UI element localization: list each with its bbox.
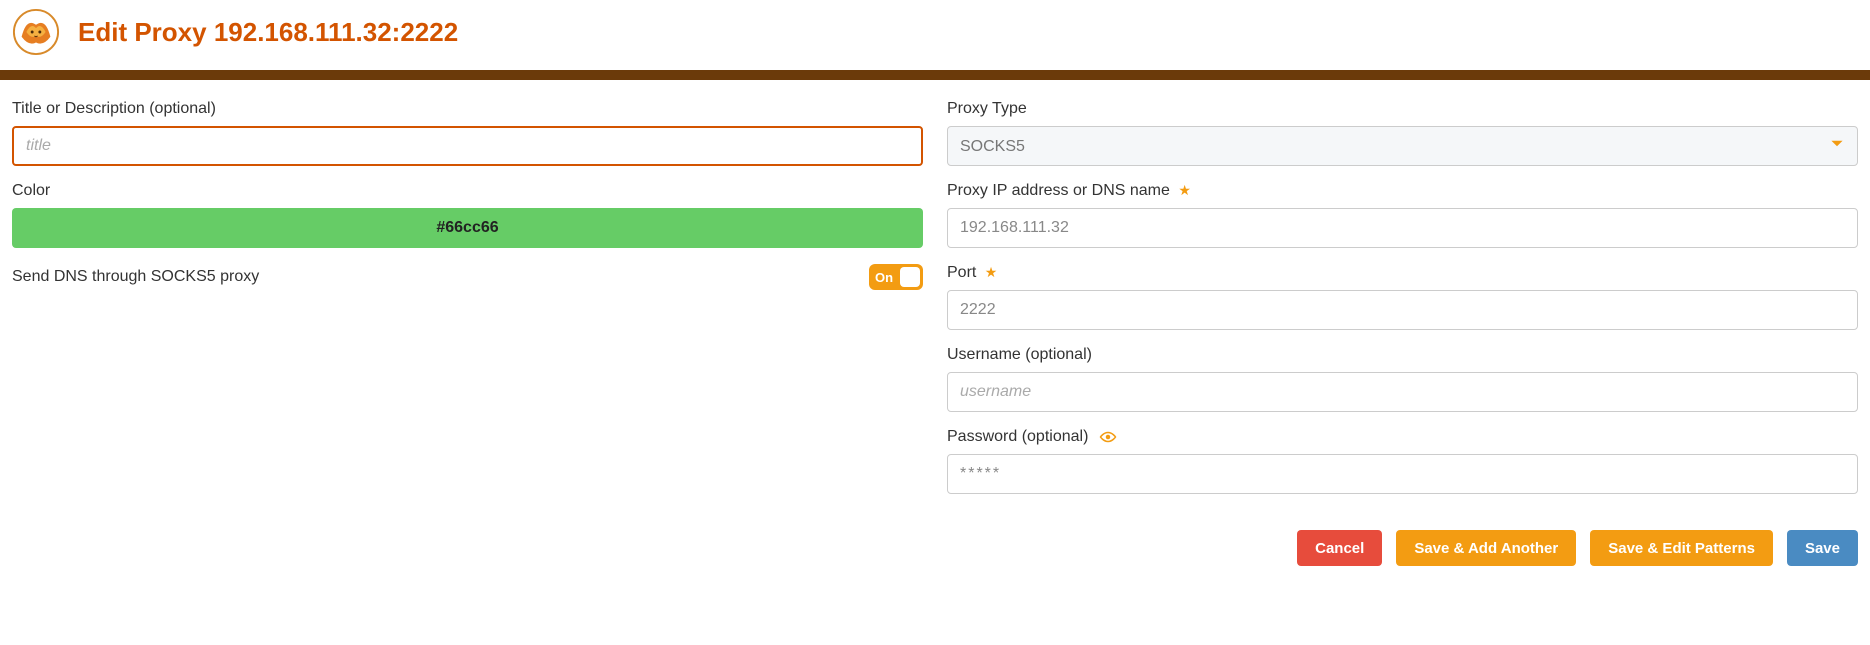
required-star-icon: ★ xyxy=(1178,182,1191,198)
password-input[interactable] xyxy=(947,454,1858,494)
save-button[interactable]: Save xyxy=(1787,530,1858,566)
left-column: Title or Description (optional) Color #6… xyxy=(12,100,923,510)
right-column: Proxy Type SOCKS5 Proxy IP address or DN… xyxy=(947,100,1858,510)
port-label-text: Port xyxy=(947,264,976,281)
dns-toggle-text: On xyxy=(875,270,893,285)
form-area: Title or Description (optional) Color #6… xyxy=(0,80,1870,520)
dns-label: Send DNS through SOCKS5 proxy xyxy=(12,268,259,286)
required-star-icon: ★ xyxy=(985,264,998,280)
password-field-group: Password (optional) xyxy=(947,428,1858,494)
color-field-group: Color #66cc66 xyxy=(12,182,923,248)
ip-field-group: Proxy IP address or DNS name ★ xyxy=(947,182,1858,248)
color-value-text: #66cc66 xyxy=(436,219,498,237)
dns-toggle[interactable]: On xyxy=(869,264,923,290)
password-label-text: Password (optional) xyxy=(947,428,1088,445)
eye-icon[interactable] xyxy=(1099,430,1117,444)
color-label: Color xyxy=(12,182,923,200)
title-label: Title or Description (optional) xyxy=(12,100,923,118)
toggle-knob-icon xyxy=(900,267,920,287)
page-title: Edit Proxy 192.168.111.32:2222 xyxy=(78,17,458,48)
username-field-group: Username (optional) xyxy=(947,346,1858,412)
username-input[interactable] xyxy=(947,372,1858,412)
footer-buttons: Cancel Save & Add Another Save & Edit Pa… xyxy=(0,520,1870,586)
proxy-type-group: Proxy Type SOCKS5 xyxy=(947,100,1858,166)
port-field-group: Port ★ xyxy=(947,264,1858,330)
password-label: Password (optional) xyxy=(947,428,1858,446)
header-divider xyxy=(0,70,1870,80)
proxy-type-select[interactable]: SOCKS5 xyxy=(947,126,1858,166)
title-field-group: Title or Description (optional) xyxy=(12,100,923,166)
save-edit-patterns-button[interactable]: Save & Edit Patterns xyxy=(1590,530,1773,566)
foxyproxy-logo-icon xyxy=(12,8,60,56)
ip-label-text: Proxy IP address or DNS name xyxy=(947,182,1170,199)
dns-toggle-row: Send DNS through SOCKS5 proxy On xyxy=(12,264,923,290)
ip-input[interactable] xyxy=(947,208,1858,248)
header: Edit Proxy 192.168.111.32:2222 xyxy=(0,0,1870,70)
username-label: Username (optional) xyxy=(947,346,1858,364)
color-swatch-button[interactable]: #66cc66 xyxy=(12,208,923,248)
save-add-another-button[interactable]: Save & Add Another xyxy=(1396,530,1576,566)
proxy-type-label: Proxy Type xyxy=(947,100,1858,118)
port-label: Port ★ xyxy=(947,264,1858,282)
ip-label: Proxy IP address or DNS name ★ xyxy=(947,182,1858,200)
cancel-button[interactable]: Cancel xyxy=(1297,530,1382,566)
port-input[interactable] xyxy=(947,290,1858,330)
title-input[interactable] xyxy=(12,126,923,166)
